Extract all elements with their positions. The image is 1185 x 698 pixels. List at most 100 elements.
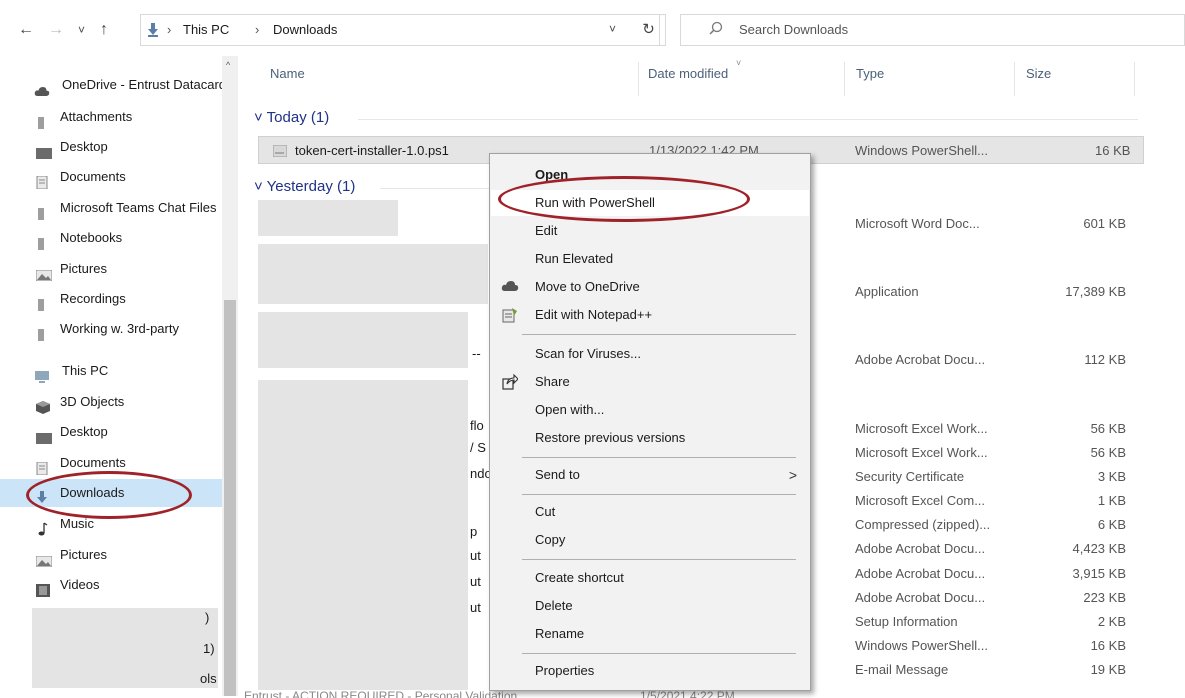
navigation-pane-scrollbar-thumb[interactable] xyxy=(224,300,236,696)
file-size: 56 KB xyxy=(1090,445,1126,460)
desktop-icon xyxy=(36,426,52,444)
redacted-file-name xyxy=(258,200,398,236)
forward-arrow-icon[interactable]: → xyxy=(48,20,64,40)
pictures-icon xyxy=(35,263,53,282)
sidebar-item-microsoft-teams-chat-files[interactable]: Microsoft Teams Chat Files xyxy=(0,194,232,222)
breadcrumb-downloads[interactable]: Downloads xyxy=(273,22,337,37)
up-arrow-icon[interactable]: ↑ xyxy=(100,20,108,40)
file-size: 223 KB xyxy=(1083,590,1126,605)
menu-item-cut[interactable]: Cut xyxy=(491,499,809,525)
menu-item-open-with[interactable]: Open with... xyxy=(491,397,809,423)
menu-item-move-to-onedrive[interactable]: Move to OneDrive xyxy=(491,274,809,300)
menu-item-label: Restore previous versions xyxy=(535,430,686,445)
file-size: 19 KB xyxy=(1090,662,1126,677)
computer-icon xyxy=(34,365,49,383)
powershell-file-icon xyxy=(272,144,288,158)
sidebar-item-notebooks[interactable]: Notebooks xyxy=(0,224,232,252)
menu-item-label: Send to xyxy=(535,467,580,482)
folder-icon xyxy=(36,323,50,341)
search-box[interactable]: Search Downloads xyxy=(680,14,1185,46)
cloud-icon xyxy=(501,279,519,295)
menu-separator xyxy=(522,334,796,335)
column-header-name[interactable]: Name xyxy=(270,66,305,81)
column-divider[interactable] xyxy=(1014,62,1015,96)
group-header-today[interactable]: ˅ Today (1) xyxy=(254,109,329,126)
file-type: Microsoft Excel Com... xyxy=(855,493,986,508)
music-note-icon xyxy=(36,518,50,536)
sidebar-item-attachments[interactable]: Attachments xyxy=(0,103,232,131)
partial-file-name: ut xyxy=(470,548,481,563)
menu-item-label: Share xyxy=(535,374,570,389)
menu-item-scan-for-viruses[interactable]: Scan for Viruses... xyxy=(491,341,809,367)
column-divider[interactable] xyxy=(844,62,845,96)
back-arrow-icon[interactable]: ← xyxy=(18,20,34,40)
sidebar-item-working-w-3rd-party[interactable]: Working w. 3rd-party xyxy=(0,315,232,343)
column-header-date-modified[interactable]: Date modified xyxy=(648,66,728,81)
menu-item-create-shortcut[interactable]: Create shortcut xyxy=(491,565,809,591)
sidebar-item-pictures[interactable]: Pictures xyxy=(0,255,232,283)
file-type: Adobe Acrobat Docu... xyxy=(855,352,986,367)
sidebar-item-label: This PC xyxy=(62,363,109,378)
file-size: 3,915 KB xyxy=(1072,566,1127,581)
file-size: 6 KB xyxy=(1097,517,1126,532)
sidebar-item-desktop[interactable]: Desktop xyxy=(0,133,232,161)
menu-item-restore-previous-versions[interactable]: Restore previous versions xyxy=(491,425,809,451)
file-size: 1 KB xyxy=(1097,493,1126,508)
group-label: Today (1) xyxy=(266,109,330,126)
menu-item-run-elevated[interactable]: Run Elevated xyxy=(491,246,809,272)
sidebar-item-onedrive-entrust-datacard[interactable]: OneDrive - Entrust Datacard xyxy=(0,71,232,99)
column-header-size[interactable]: Size xyxy=(1026,66,1051,81)
menu-item-label: Rename xyxy=(535,626,585,641)
file-type: Application xyxy=(855,284,919,299)
recent-locations-chevron-icon[interactable]: ˅ xyxy=(78,20,85,40)
partial-sidebar-label: ) xyxy=(205,610,210,625)
sidebar-item-this-pc[interactable]: This PC xyxy=(0,357,232,385)
file-type: Windows PowerShell... xyxy=(855,143,988,158)
sidebar-item-documents[interactable]: Documents xyxy=(0,163,232,191)
menu-item-label: Delete xyxy=(535,598,573,613)
redacted-file-name xyxy=(258,244,488,304)
sidebar-item-label: Microsoft Teams Chat Files xyxy=(60,200,217,215)
partial-sidebar-label: 1) xyxy=(203,641,215,656)
group-divider xyxy=(380,188,490,189)
address-dropdown-chevron-icon[interactable]: ˅ xyxy=(609,22,616,36)
sidebar-item-recordings[interactable]: Recordings xyxy=(0,285,232,313)
menu-item-label: Properties xyxy=(535,663,595,678)
file-size: 17,389 KB xyxy=(1065,284,1126,299)
sidebar-item-desktop[interactable]: Desktop xyxy=(0,418,232,446)
notepad-plus-plus-icon xyxy=(501,307,519,323)
menu-item-rename[interactable]: Rename xyxy=(491,621,809,647)
menu-item-share[interactable]: Share xyxy=(491,369,809,395)
column-header-type[interactable]: Type xyxy=(856,66,884,81)
sidebar-item-label: Recordings xyxy=(60,291,126,306)
menu-item-edit-with-notepad[interactable]: Edit with Notepad++ xyxy=(491,302,809,328)
menu-item-edit[interactable]: Edit xyxy=(491,218,809,244)
refresh-button[interactable]: ↻ xyxy=(632,14,666,46)
sidebar-item-label: Documents xyxy=(60,169,126,184)
menu-separator xyxy=(522,653,796,654)
breadcrumb-this-pc[interactable]: This PC xyxy=(183,22,229,37)
menu-item-send-to[interactable]: Send to > xyxy=(491,462,809,488)
column-divider[interactable] xyxy=(1134,62,1135,96)
file-size: 16 KB xyxy=(1095,143,1131,158)
address-bar[interactable]: › This PC › Downloads ˅ xyxy=(140,14,660,46)
column-divider[interactable] xyxy=(638,62,639,96)
menu-item-copy[interactable]: Copy xyxy=(491,527,809,553)
group-header-yesterday[interactable]: ˅ Yesterday (1) xyxy=(254,178,355,195)
menu-item-delete[interactable]: Delete xyxy=(491,593,809,619)
scroll-up-arrow-icon[interactable]: ^ xyxy=(226,60,230,70)
file-type: Adobe Acrobat Docu... xyxy=(855,541,986,556)
search-input[interactable]: Search Downloads xyxy=(739,22,848,37)
menu-item-properties[interactable]: Properties xyxy=(491,658,809,684)
menu-item-label: Create shortcut xyxy=(535,570,624,585)
sidebar-item-label: Attachments xyxy=(60,109,133,124)
sidebar-item-pictures[interactable]: Pictures xyxy=(0,541,232,569)
file-type: Adobe Acrobat Docu... xyxy=(855,566,986,581)
sidebar-item-3d-objects[interactable]: 3D Objects xyxy=(0,388,232,416)
file-size: 2 KB xyxy=(1097,614,1126,629)
cloud-icon xyxy=(34,79,50,96)
search-icon xyxy=(709,21,723,38)
file-size: 3 KB xyxy=(1097,469,1126,484)
partial-sidebar-label: ols xyxy=(200,671,217,686)
sidebar-item-videos[interactable]: Videos xyxy=(0,571,232,599)
